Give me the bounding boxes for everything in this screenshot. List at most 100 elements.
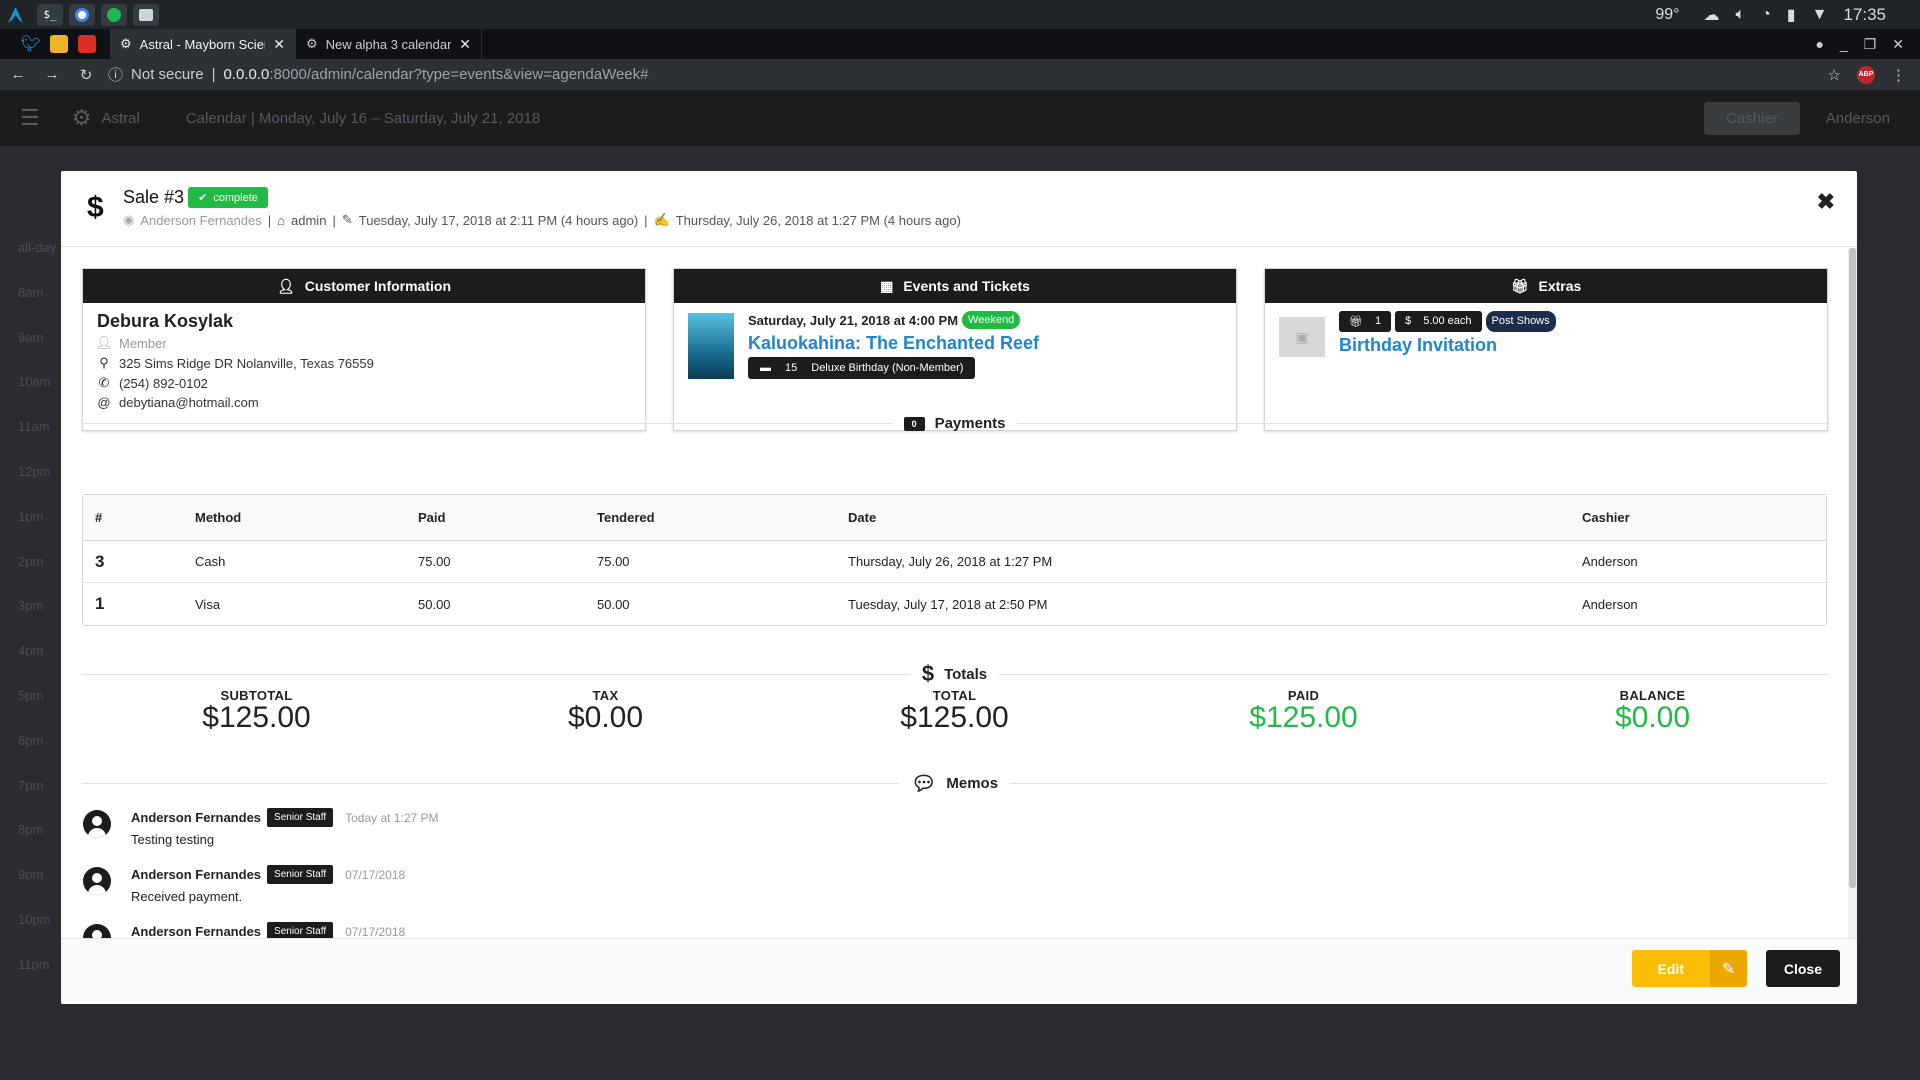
role-label: Senior Staff bbox=[267, 808, 334, 827]
hour-label: 6pm bbox=[18, 732, 44, 748]
comments-icon: 💬︎ bbox=[910, 773, 937, 795]
payments-divider: 0 Payments bbox=[82, 415, 1827, 432]
total-tax: TAX $0.00 bbox=[431, 688, 780, 735]
modal-scrollbar[interactable] bbox=[1848, 248, 1857, 938]
dollar-icon: $ bbox=[1405, 315, 1412, 327]
extra-qty: 1 bbox=[1374, 315, 1382, 327]
ticket-label: ▬ 15 Deluxe Birthday (Non-Member) bbox=[748, 357, 976, 379]
payment-tendered: 75.00 bbox=[585, 541, 836, 583]
menu-triangle-icon[interactable]: ▼ bbox=[1812, 6, 1828, 24]
totals-row: SUBTOTAL $125.00 TAX $0.00 TOTAL $125.00 PA… bbox=[82, 688, 1827, 735]
tab-title: New alpha 3 calendar bbox=[325, 36, 452, 52]
hour-label: 5pm bbox=[18, 687, 44, 703]
modal-close-icon[interactable]: ✖ bbox=[1817, 189, 1835, 215]
tab-close-icon[interactable]: ✕ bbox=[459, 36, 471, 53]
app-brand[interactable]: ⚙ Astral bbox=[72, 105, 140, 131]
payment-tendered: 50.00 bbox=[597, 596, 630, 612]
app-header: ☰ ⚙ Astral Calendar | Monday, July 16 – S… bbox=[0, 90, 1920, 146]
browser-menu-icon[interactable]: ⋮ bbox=[1891, 66, 1906, 84]
terminal-icon[interactable]: $_ bbox=[37, 3, 63, 26]
arch-logo-icon[interactable] bbox=[8, 6, 23, 23]
events-card-title: Events and Tickets bbox=[903, 278, 1030, 294]
scrollbar-thumb[interactable] bbox=[1849, 248, 1856, 888]
shield-extension-icon[interactable] bbox=[50, 35, 68, 53]
security-label: Not secure bbox=[131, 66, 204, 83]
modal-body: 👤︎ Customer Information Debura Kosylak 👤︎… bbox=[61, 248, 1848, 938]
forward-arrow-icon[interactable]: → bbox=[44, 66, 60, 83]
event-link[interactable]: Kaluokahina: The Enchanted Reef bbox=[748, 333, 1222, 354]
hour-label: 3pm bbox=[18, 598, 44, 614]
address-bar: ← → ↻ ⓘ Not secure | 0.0.0.0:8000/admin/… bbox=[0, 59, 1920, 90]
avatar bbox=[83, 924, 111, 938]
edit-button-label: Edit bbox=[1631, 950, 1710, 987]
updated-date: Thursday, July 26, 2018 at 1:27 PM (4 ho… bbox=[675, 212, 961, 228]
close-button[interactable]: Close bbox=[1765, 950, 1840, 987]
money-bill-icon: 0 bbox=[903, 416, 925, 431]
seller-name: Anderson Fernandes bbox=[140, 212, 262, 228]
hamburger-icon[interactable]: ☰ bbox=[20, 105, 40, 131]
cashier-button[interactable]: Cashier bbox=[1704, 101, 1800, 135]
reload-icon[interactable]: ↻ bbox=[78, 66, 94, 84]
customer-card-title: Customer Information bbox=[304, 278, 451, 294]
event-thumbnail[interactable] bbox=[688, 313, 734, 379]
customer-address: 325 Sims Ridge DR Nolanville, Texas 7655… bbox=[119, 355, 374, 371]
twitter-icon[interactable]: 🐦︎ bbox=[21, 35, 41, 53]
customer-phone: (254) 892-0102 bbox=[119, 375, 208, 391]
hour-label: 9am bbox=[18, 329, 44, 345]
chrome-icon[interactable] bbox=[69, 3, 95, 26]
window-close-icon[interactable]: ✕ bbox=[1892, 36, 1904, 53]
at-icon: @ bbox=[97, 395, 111, 410]
status-badge: ✔ complete bbox=[188, 187, 268, 208]
info-icon[interactable]: ⓘ bbox=[108, 64, 123, 85]
user-icon: 👤︎ bbox=[276, 277, 295, 294]
tab-astral[interactable]: ⚙ Astral - Mayborn Scien ✕ bbox=[110, 29, 296, 59]
tab-close-icon[interactable]: ✕ bbox=[273, 36, 285, 53]
tab-favicon-icon: ⚙ bbox=[306, 36, 318, 51]
payment-id: 1 bbox=[95, 594, 105, 613]
spotify-icon[interactable] bbox=[101, 3, 127, 26]
url-field[interactable]: ⓘ Not secure | 0.0.0.0:8000/admin/calend… bbox=[108, 64, 649, 85]
calendar-hour-labels: all-day 8am 9am 10am 11am 12pm 1pm 2pm 3pm 4pm 5pm… bbox=[18, 226, 56, 988]
files-icon[interactable] bbox=[133, 3, 159, 26]
col-paid: Paid bbox=[406, 495, 585, 541]
sale-meta: ◉ Anderson Fernandes | ⌂ admin | ✎ Tuesd… bbox=[123, 212, 961, 228]
extra-price: 5.00 each bbox=[1423, 315, 1472, 327]
memo-time: 07/17/2018 bbox=[345, 924, 406, 939]
extras-card: 🎁︎ Extras ▣ 🎁︎ 1 $5.00 each Post Shows Bir… bbox=[1264, 268, 1828, 431]
memo-author: Anderson Fernandes bbox=[131, 867, 262, 882]
extra-link[interactable]: Birthday Invitation bbox=[1339, 335, 1813, 356]
total-paid: PAID $125.00 bbox=[1129, 688, 1478, 735]
extras-card-title: Extras bbox=[1538, 278, 1582, 294]
restore-icon[interactable]: ❐ bbox=[1864, 36, 1877, 53]
tab-new-alpha[interactable]: ⚙ New alpha 3 calendar ✕ bbox=[296, 29, 482, 59]
tab-title: Astral - Mayborn Scien bbox=[139, 36, 266, 52]
register-icon: ⌂ bbox=[277, 212, 286, 228]
total-subtotal: SUBTOTAL $125.00 bbox=[82, 688, 431, 735]
minimize-icon[interactable]: _ bbox=[1840, 36, 1848, 53]
total-value: $0.00 bbox=[1614, 701, 1691, 734]
member-icon: 👤︎ bbox=[95, 335, 113, 350]
col-number: # bbox=[83, 495, 183, 541]
calendar-app-icon[interactable] bbox=[78, 35, 96, 53]
edit-icon: ✎ bbox=[1710, 950, 1747, 987]
user-menu[interactable]: Anderson bbox=[1826, 110, 1890, 127]
memo-time: 07/17/2018 bbox=[345, 867, 406, 882]
edit-button[interactable]: Edit ✎ bbox=[1631, 950, 1747, 987]
map-marker-icon: ⚲ bbox=[99, 355, 109, 370]
user-circle-icon: ◉ bbox=[123, 212, 135, 227]
status-label: complete bbox=[213, 191, 258, 204]
payment-method: Cash bbox=[183, 541, 406, 583]
adblock-icon[interactable]: ABP bbox=[1857, 65, 1875, 84]
back-arrow-icon[interactable]: ← bbox=[10, 66, 26, 83]
hour-label: 12pm bbox=[18, 463, 51, 479]
created-date: Tuesday, July 17, 2018 at 2:11 PM (4 hou… bbox=[358, 212, 639, 228]
wifi-icon[interactable]: ◔ bbox=[1761, 6, 1771, 24]
volume-icon[interactable]: 🔈︎ bbox=[1736, 6, 1746, 24]
bookmark-star-icon[interactable]: ☆ bbox=[1828, 66, 1841, 84]
hour-label: 10am bbox=[18, 374, 51, 390]
battery-icon[interactable]: ▮ bbox=[1787, 5, 1796, 25]
weather-temperature: 99° bbox=[1655, 5, 1680, 23]
profile-icon[interactable]: ● bbox=[1815, 36, 1823, 53]
customer-card: 👤︎ Customer Information Debura Kosylak 👤︎… bbox=[82, 268, 646, 431]
ticket-qty: 15 bbox=[785, 362, 798, 374]
